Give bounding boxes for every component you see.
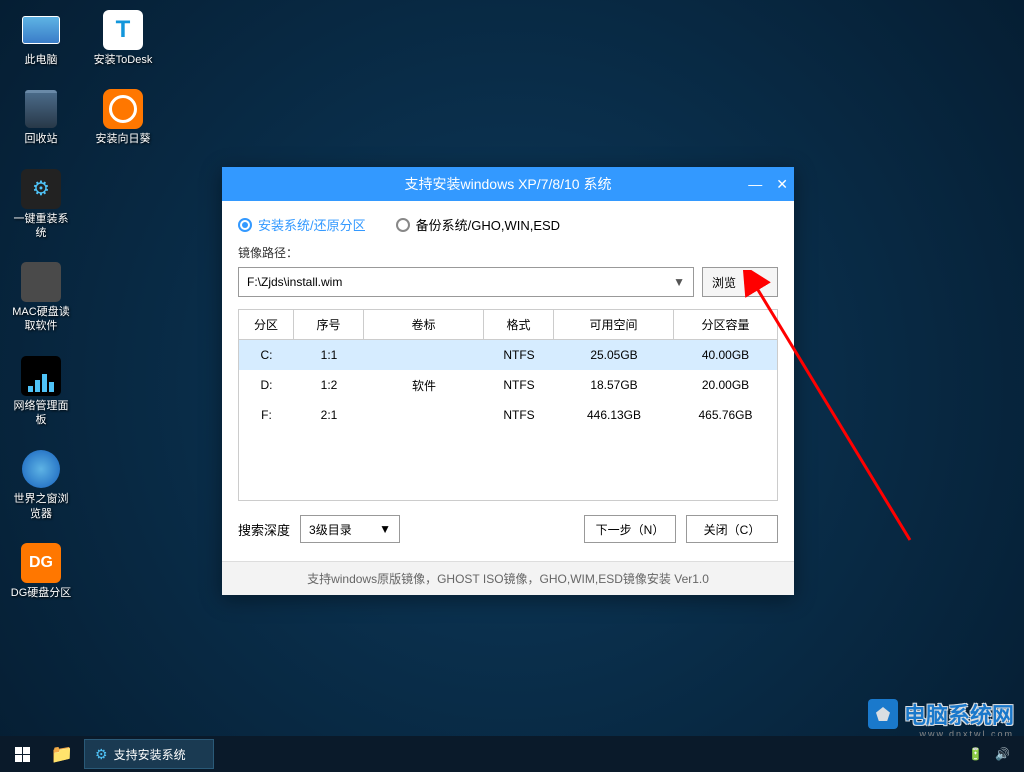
taskbar-task-install[interactable]: ⚙ 支持安装系统 [84,739,214,769]
mac-disk-icon [21,262,61,302]
col-format: 格式 [484,310,554,339]
desktop-icon-this-pc[interactable]: 此电脑 [10,10,72,67]
image-path-dropdown[interactable]: F:\Zjds\install.wim ▼ [238,267,694,297]
table-row[interactable]: D:1:2软件NTFS18.57GB20.00GB [239,370,777,400]
desktop-icon-reinstall-system[interactable]: 一键重装系统 [10,169,72,241]
radio-install-restore[interactable]: 安装系统/还原分区 [238,215,366,234]
reinstall-icon [21,169,61,209]
radio-backup-system[interactable]: 备份系统/GHO,WIN,ESD [396,215,560,234]
desktop-icon-recycle-bin[interactable]: 回收站 [10,89,72,146]
dropdown-arrow-icon: ▼ [379,522,391,536]
start-button[interactable] [4,738,40,770]
network-icon [21,356,61,396]
close-button[interactable]: 关闭（C） [686,515,778,543]
gear-icon: ⚙ [95,746,108,763]
desktop-icon-network-panel[interactable]: 网络管理面板 [10,356,72,428]
pc-icon [21,10,61,50]
watermark: 电脑系统网 [868,698,1014,730]
col-capacity: 分区容量 [674,310,777,339]
dialog-footer-note: 支持windows原版镜像，GHOST ISO镜像，GHO,WIM,ESD镜像安… [222,561,794,595]
radio-checked-icon [238,218,252,232]
minimize-button[interactable]: — [748,176,762,193]
recycle-bin-icon [21,89,61,129]
next-button[interactable]: 下一步（N） [584,515,676,543]
browse-button[interactable]: 浏览（B） [702,267,778,297]
desktop-icon-install-sunlogin[interactable]: 安装向日葵 [92,89,154,146]
col-free: 可用空间 [554,310,674,339]
close-x-button[interactable]: ✕ [776,176,788,193]
windows-logo-icon [15,747,30,762]
tray-battery-icon[interactable]: 🔋 [968,747,983,761]
desktop: 此电脑 回收站 一键重装系统 MAC硬盘读取软件 网络管理面板 世界之窗浏览器 [10,10,154,600]
taskbar: 📁 ⚙ 支持安装系统 🔋 🔊 [0,736,1024,772]
desktop-icon-world-browser[interactable]: 世界之窗浏览器 [10,449,72,521]
globe-icon [21,449,61,489]
desktop-icon-dg-partition[interactable]: DG DG硬盘分区 [10,543,72,600]
partition-table: 分区 序号 卷标 格式 可用空间 分区容量 C:1:1NTFS25.05GB40… [238,309,778,501]
system-tray: 🔋 🔊 [968,747,1020,761]
todesk-icon: T [103,10,143,50]
dropdown-arrow-icon: ▼ [673,275,685,289]
desktop-icon-install-todesk[interactable]: T 安装ToDesk [92,10,154,67]
table-row[interactable]: F:2:1NTFS446.13GB465.76GB [239,400,777,430]
tray-volume-icon[interactable]: 🔊 [995,747,1010,761]
install-dialog: 支持安装windows XP/7/8/10 系统 — ✕ 安装系统/还原分区 备… [222,167,794,595]
watermark-logo-icon [868,699,898,729]
taskbar-file-explorer[interactable]: 📁 [44,738,80,770]
col-volume: 卷标 [364,310,484,339]
image-path-label: 镜像路径： [238,244,778,261]
search-depth-label: 搜索深度 [238,520,290,539]
radio-unchecked-icon [396,218,410,232]
desktop-icon-mac-disk[interactable]: MAC硬盘读取软件 [10,262,72,334]
sunlogin-icon [103,89,143,129]
dg-icon: DG [21,543,61,583]
search-depth-select[interactable]: 3级目录 ▼ [300,515,400,543]
col-index: 序号 [294,310,364,339]
col-partition: 分区 [239,310,294,339]
table-row[interactable]: C:1:1NTFS25.05GB40.00GB [239,340,777,370]
dialog-titlebar[interactable]: 支持安装windows XP/7/8/10 系统 — ✕ [222,167,794,201]
dialog-title: 支持安装windows XP/7/8/10 系统 [405,174,612,194]
